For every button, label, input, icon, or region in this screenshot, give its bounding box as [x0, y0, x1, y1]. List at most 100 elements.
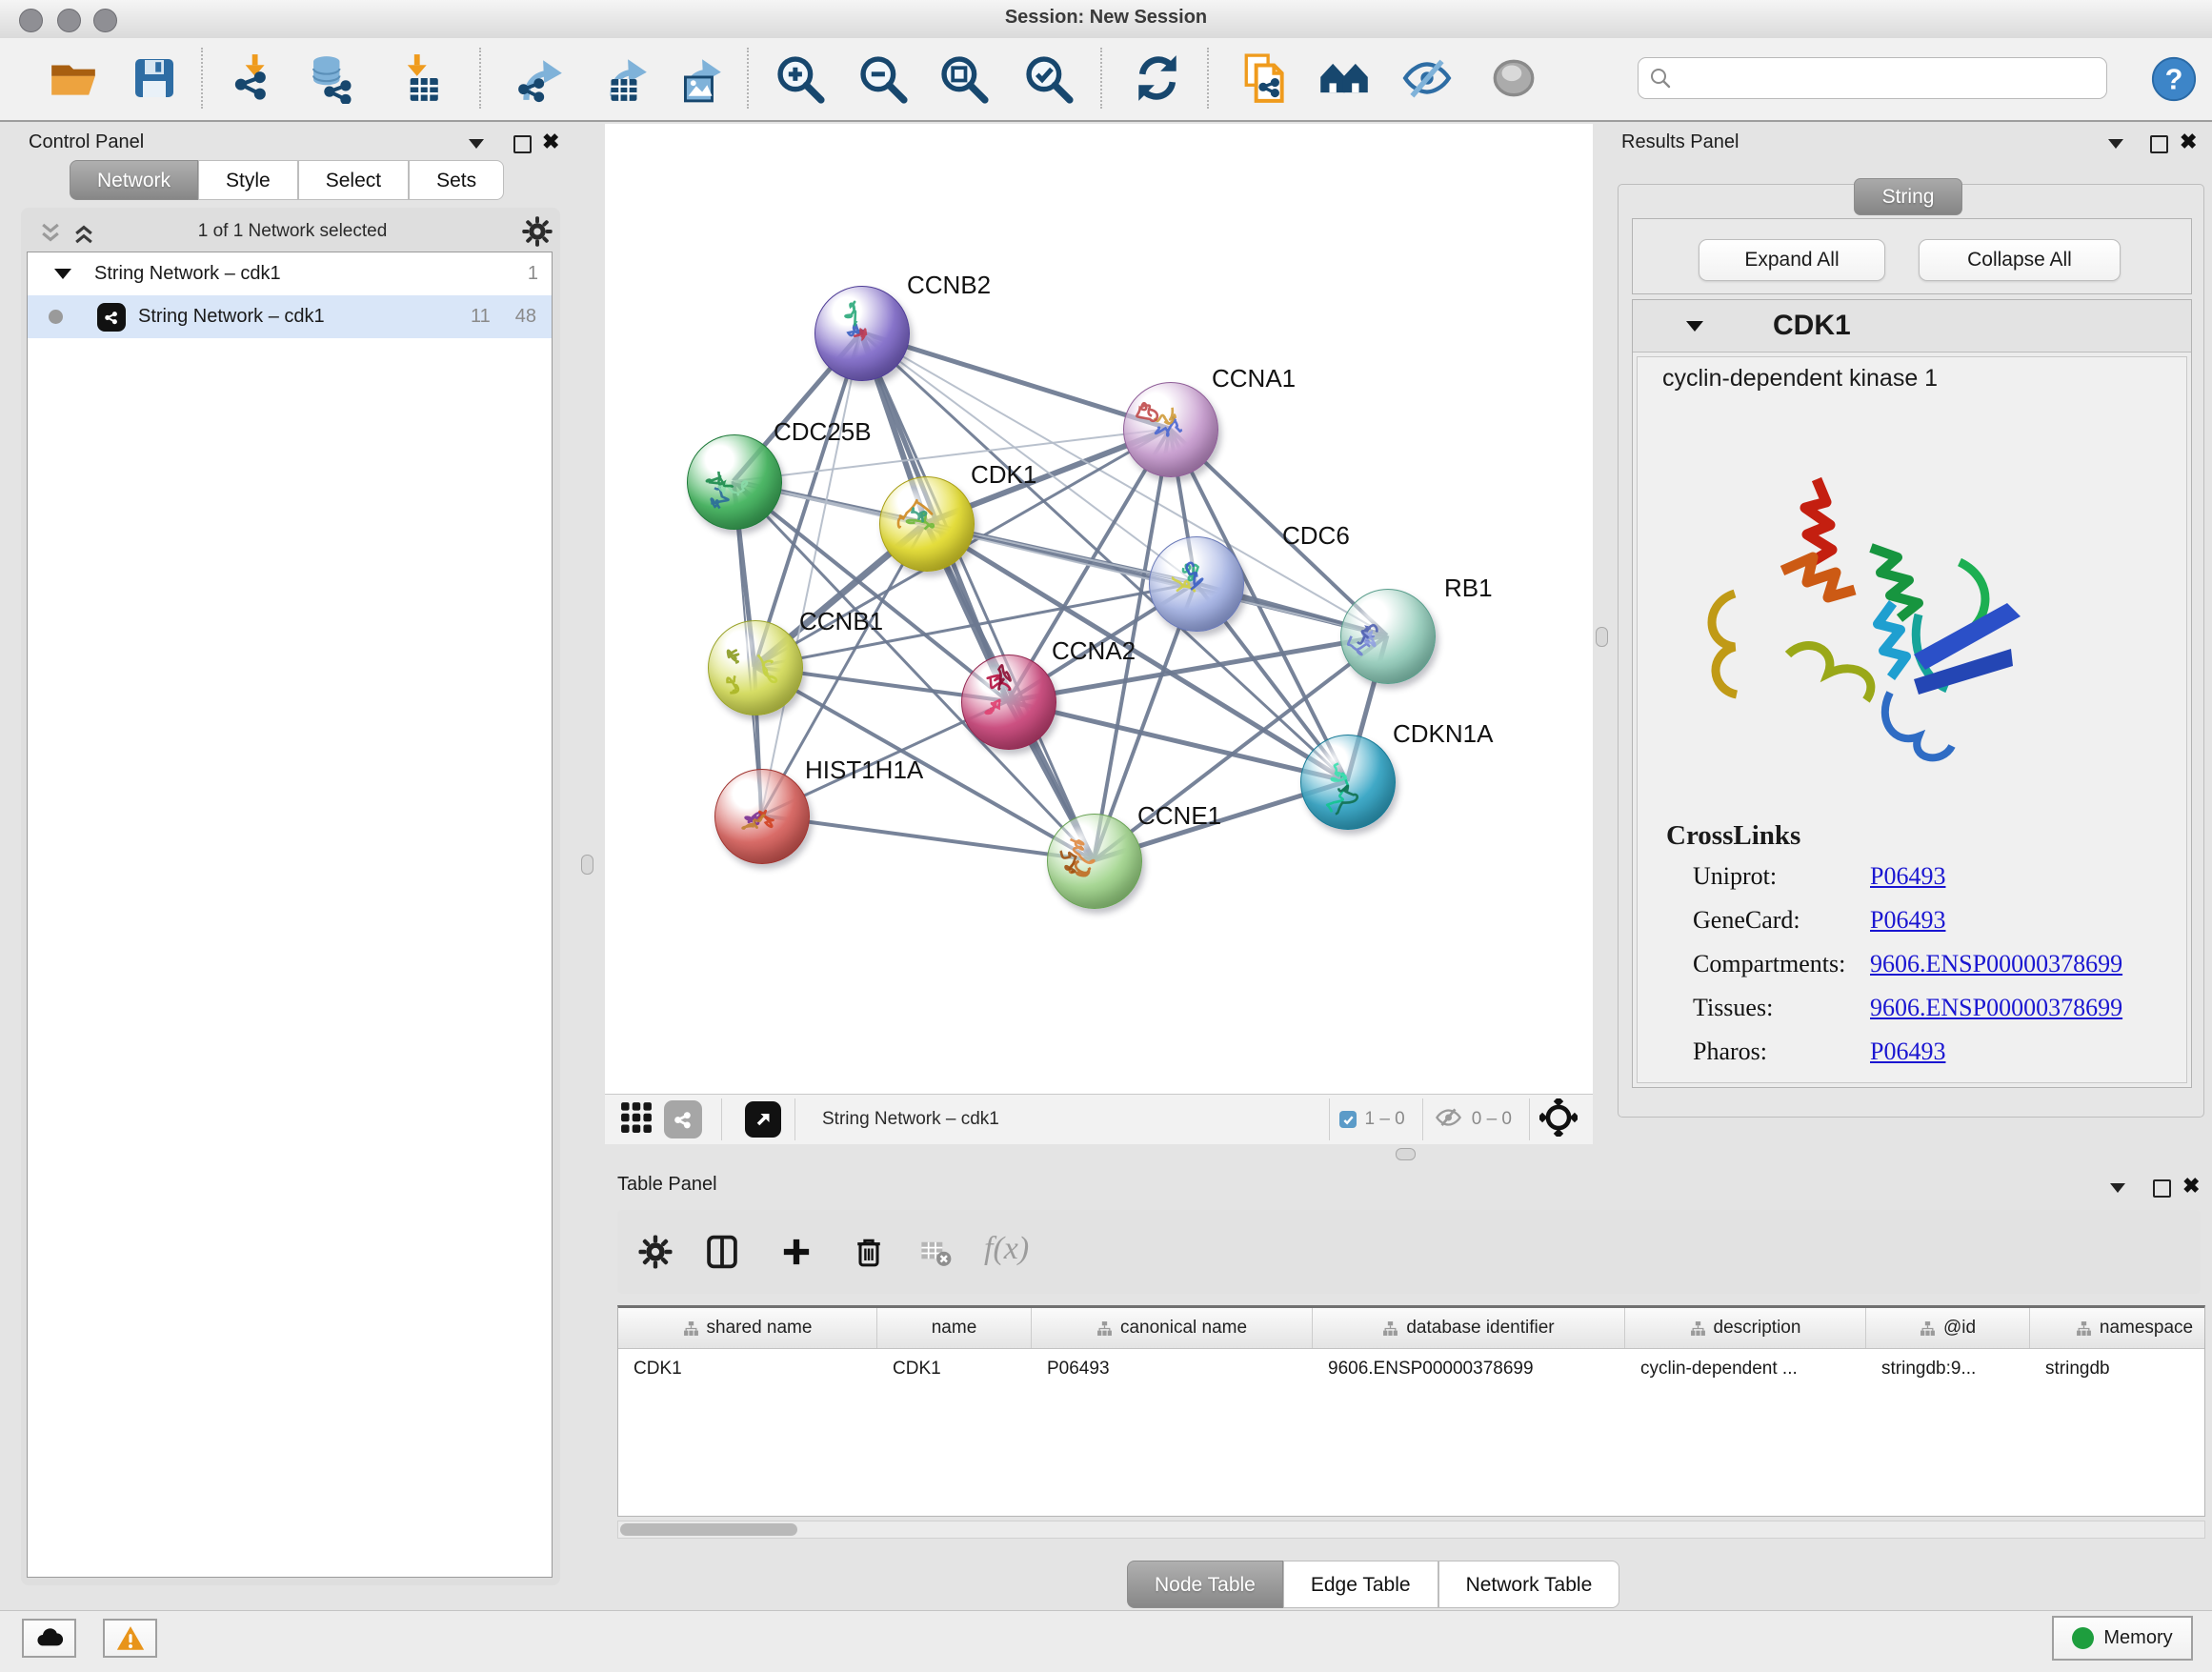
expand-all-button[interactable]: Expand All — [1699, 239, 1885, 281]
panel-float-icon[interactable] — [2150, 135, 2168, 153]
network-node-RB1[interactable] — [1340, 589, 1436, 684]
section-collapse-icon[interactable] — [1686, 321, 1703, 332]
network-from-selection-button[interactable] — [1237, 50, 1293, 106]
panel-menu-icon[interactable] — [469, 139, 484, 149]
protein-thumbnail-icon — [815, 287, 909, 380]
panel-menu-icon[interactable] — [2108, 139, 2123, 149]
network-edge-CCNB2-HIST1H1A[interactable] — [761, 332, 861, 816]
show-columns-icon[interactable] — [697, 1227, 747, 1277]
panel-close-icon[interactable]: ✖ — [2182, 1178, 2200, 1195]
zoom-fit-button[interactable] — [935, 50, 991, 106]
network-node-CDC6[interactable] — [1149, 536, 1244, 632]
export-table-button[interactable] — [597, 50, 653, 106]
help-button[interactable]: ? — [2150, 55, 2198, 108]
delete-column-icon[interactable] — [844, 1227, 894, 1277]
network-node-CCNB1[interactable] — [708, 620, 803, 715]
create-column-icon[interactable] — [772, 1227, 821, 1277]
zoom-out-button[interactable] — [855, 50, 910, 106]
function-builder-icon[interactable]: f(x) — [984, 1231, 1029, 1267]
tab-edge-table[interactable]: Edge Table — [1283, 1561, 1438, 1608]
crosslink-link[interactable]: 9606.ENSP00000378699 — [1870, 994, 2122, 1022]
panel-float-icon[interactable] — [2153, 1179, 2171, 1198]
tab-network[interactable]: Network — [70, 160, 198, 200]
crosslink-link[interactable]: 9606.ENSP00000378699 — [1870, 950, 2122, 978]
network-canvas[interactable]: CCNB2CCNA1CDC25BCDK1CDC6RB1CCNB1CCNA2CDK… — [605, 124, 1593, 1094]
tab-node-table[interactable]: Node Table — [1127, 1561, 1283, 1608]
open-in-new-window-icon[interactable] — [745, 1101, 781, 1138]
crosslink-link[interactable]: P06493 — [1870, 862, 1945, 891]
zoom-in-button[interactable] — [772, 50, 827, 106]
protein-thumbnail-icon — [880, 477, 974, 571]
network-node-CCNB2[interactable] — [814, 286, 910, 381]
warnings-button[interactable] — [103, 1619, 157, 1658]
network-node-CCNE1[interactable] — [1047, 814, 1142, 909]
column-header-namespace[interactable]: namespace — [2030, 1308, 2205, 1348]
zoom-selected-button[interactable] — [1020, 50, 1076, 106]
panel-close-icon[interactable]: ✖ — [542, 133, 559, 151]
cloud-button[interactable] — [22, 1619, 76, 1658]
network-edge-CCNE1-HIST1H1A[interactable] — [761, 816, 1094, 860]
network-options-gear-icon[interactable] — [521, 215, 553, 252]
tab-select[interactable]: Select — [298, 160, 409, 200]
network-row-selected[interactable]: String Network – cdk1 11 48 — [28, 295, 552, 338]
import-network-from-database-button[interactable] — [305, 50, 360, 106]
cdk1-section-header[interactable]: CDK1 — [1633, 300, 2191, 353]
column-header-@id[interactable]: @id — [1866, 1308, 2030, 1348]
network-node-CCNA1[interactable] — [1123, 382, 1218, 477]
memory-button[interactable]: Memory — [2052, 1616, 2193, 1661]
column-header-database-identifier[interactable]: database identifier — [1313, 1308, 1625, 1348]
network-node-CDK1[interactable] — [879, 476, 975, 572]
column-header-shared-name[interactable]: shared name — [618, 1308, 877, 1348]
column-type-icon — [2076, 1320, 2092, 1337]
collection-expand-icon[interactable] — [54, 269, 71, 279]
right-splitter-handle[interactable] — [1596, 627, 1608, 647]
network-collection-row[interactable]: String Network – cdk1 1 — [28, 252, 552, 295]
crosslink-link[interactable]: P06493 — [1870, 906, 1945, 935]
collapse-all-icon[interactable] — [37, 221, 64, 251]
delete-table-icon[interactable] — [911, 1227, 960, 1277]
tab-network-table[interactable]: Network Table — [1438, 1561, 1620, 1608]
open-session-button[interactable] — [46, 50, 101, 106]
network-node-CCNA2[interactable] — [961, 655, 1056, 750]
home-button[interactable] — [1317, 50, 1372, 106]
network-node-CDC25B[interactable] — [687, 434, 782, 530]
table-options-gear-icon[interactable] — [631, 1227, 680, 1277]
table-row[interactable]: CDK1CDK1P064939606.ENSP00000378699cyclin… — [618, 1349, 2204, 1389]
network-node-CDKN1A[interactable] — [1300, 735, 1396, 830]
hidden-elements-icon[interactable] — [1433, 1103, 1464, 1137]
bottom-splitter-handle[interactable] — [1396, 1148, 1416, 1160]
network-node-HIST1H1A[interactable] — [714, 769, 810, 864]
search-field[interactable] — [1638, 57, 2107, 99]
control-panel-title: Control Panel — [29, 131, 144, 153]
panel-float-icon[interactable] — [513, 135, 532, 153]
save-session-button[interactable] — [127, 50, 182, 106]
export-image-button[interactable] — [672, 50, 727, 106]
column-header-canonical-name[interactable]: canonical name — [1032, 1308, 1313, 1348]
table-horizontal-scrollbar[interactable] — [617, 1521, 2205, 1539]
search-input[interactable] — [1673, 59, 2106, 97]
table-panel-title: Table Panel — [617, 1174, 717, 1196]
network-view-share-icon[interactable] — [664, 1100, 702, 1138]
import-network-button[interactable] — [227, 50, 282, 106]
collapse-all-button[interactable]: Collapse All — [1919, 239, 2121, 281]
panel-menu-icon[interactable] — [2110, 1183, 2125, 1193]
crosslink-link[interactable]: P06493 — [1870, 1037, 1945, 1066]
selected-nodes-checkbox[interactable] — [1339, 1111, 1357, 1128]
tab-sets[interactable]: Sets — [409, 160, 504, 200]
expand-all-icon[interactable] — [70, 221, 97, 251]
column-header-description[interactable]: description — [1625, 1308, 1866, 1348]
hide-panels-button[interactable] — [1399, 50, 1455, 106]
left-splitter-handle[interactable] — [581, 855, 593, 875]
tab-string[interactable]: String — [1854, 178, 1962, 215]
grid-view-icon[interactable] — [620, 1101, 653, 1138]
refresh-button[interactable] — [1130, 50, 1185, 106]
export-network-button[interactable] — [513, 50, 568, 106]
column-type-icon — [1382, 1320, 1398, 1337]
import-table-button[interactable] — [391, 50, 446, 106]
scrollbar-thumb[interactable] — [620, 1523, 797, 1536]
panel-close-icon[interactable]: ✖ — [2180, 133, 2197, 151]
column-header-name[interactable]: name — [877, 1308, 1032, 1348]
tab-style[interactable]: Style — [198, 160, 298, 200]
birdseye-view-icon[interactable] — [1539, 1098, 1578, 1141]
show-panels-button[interactable] — [1486, 50, 1541, 106]
